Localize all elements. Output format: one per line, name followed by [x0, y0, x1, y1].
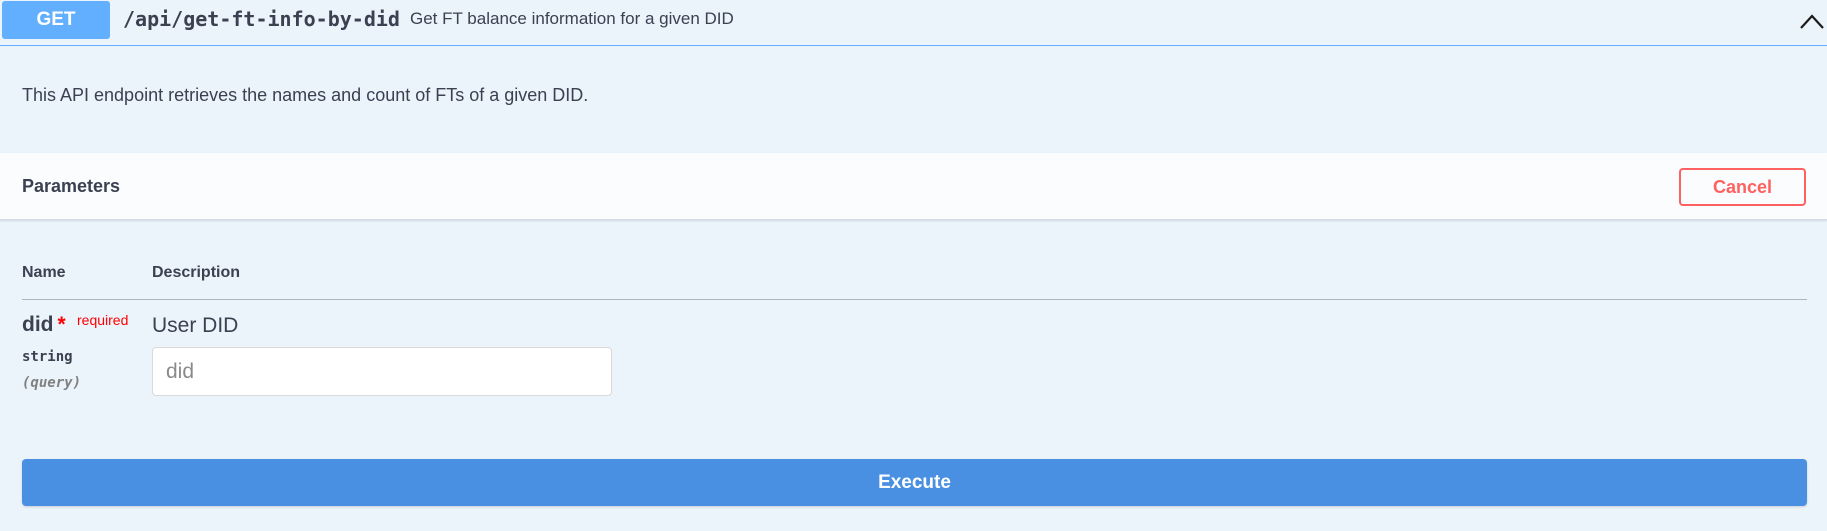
- column-header-name: Name: [22, 264, 66, 281]
- endpoint-description: This API endpoint retrieves the names an…: [22, 85, 589, 105]
- opblock-get: GET /api/get-ft-info-by-did Get FT balan…: [0, 0, 1827, 531]
- parameters-header: Parameters Cancel: [0, 153, 1827, 220]
- execute-button[interactable]: Execute: [22, 459, 1807, 506]
- method-badge[interactable]: GET: [2, 1, 110, 39]
- endpoint-summary[interactable]: Get FT balance information for a given D…: [410, 9, 734, 29]
- parameter-type: string: [22, 349, 73, 365]
- parameter-location: (query): [22, 375, 82, 391]
- parameter-description: User DID: [152, 314, 239, 337]
- required-label: required: [77, 312, 129, 328]
- cancel-button[interactable]: Cancel: [1679, 168, 1806, 206]
- column-header-description: Description: [152, 264, 241, 281]
- parameters-title: Parameters: [22, 176, 121, 196]
- required-star: *: [57, 313, 66, 336]
- parameter-name: did *: [22, 313, 66, 337]
- chevron-up-icon[interactable]: [1798, 10, 1826, 32]
- did-input[interactable]: [152, 347, 612, 396]
- opblock-summary[interactable]: GET /api/get-ft-info-by-did Get FT balan…: [0, 0, 1827, 46]
- endpoint-path[interactable]: /api/get-ft-info-by-did: [123, 7, 400, 31]
- parameter-name-text: did: [22, 313, 54, 336]
- table-divider: [22, 299, 1807, 300]
